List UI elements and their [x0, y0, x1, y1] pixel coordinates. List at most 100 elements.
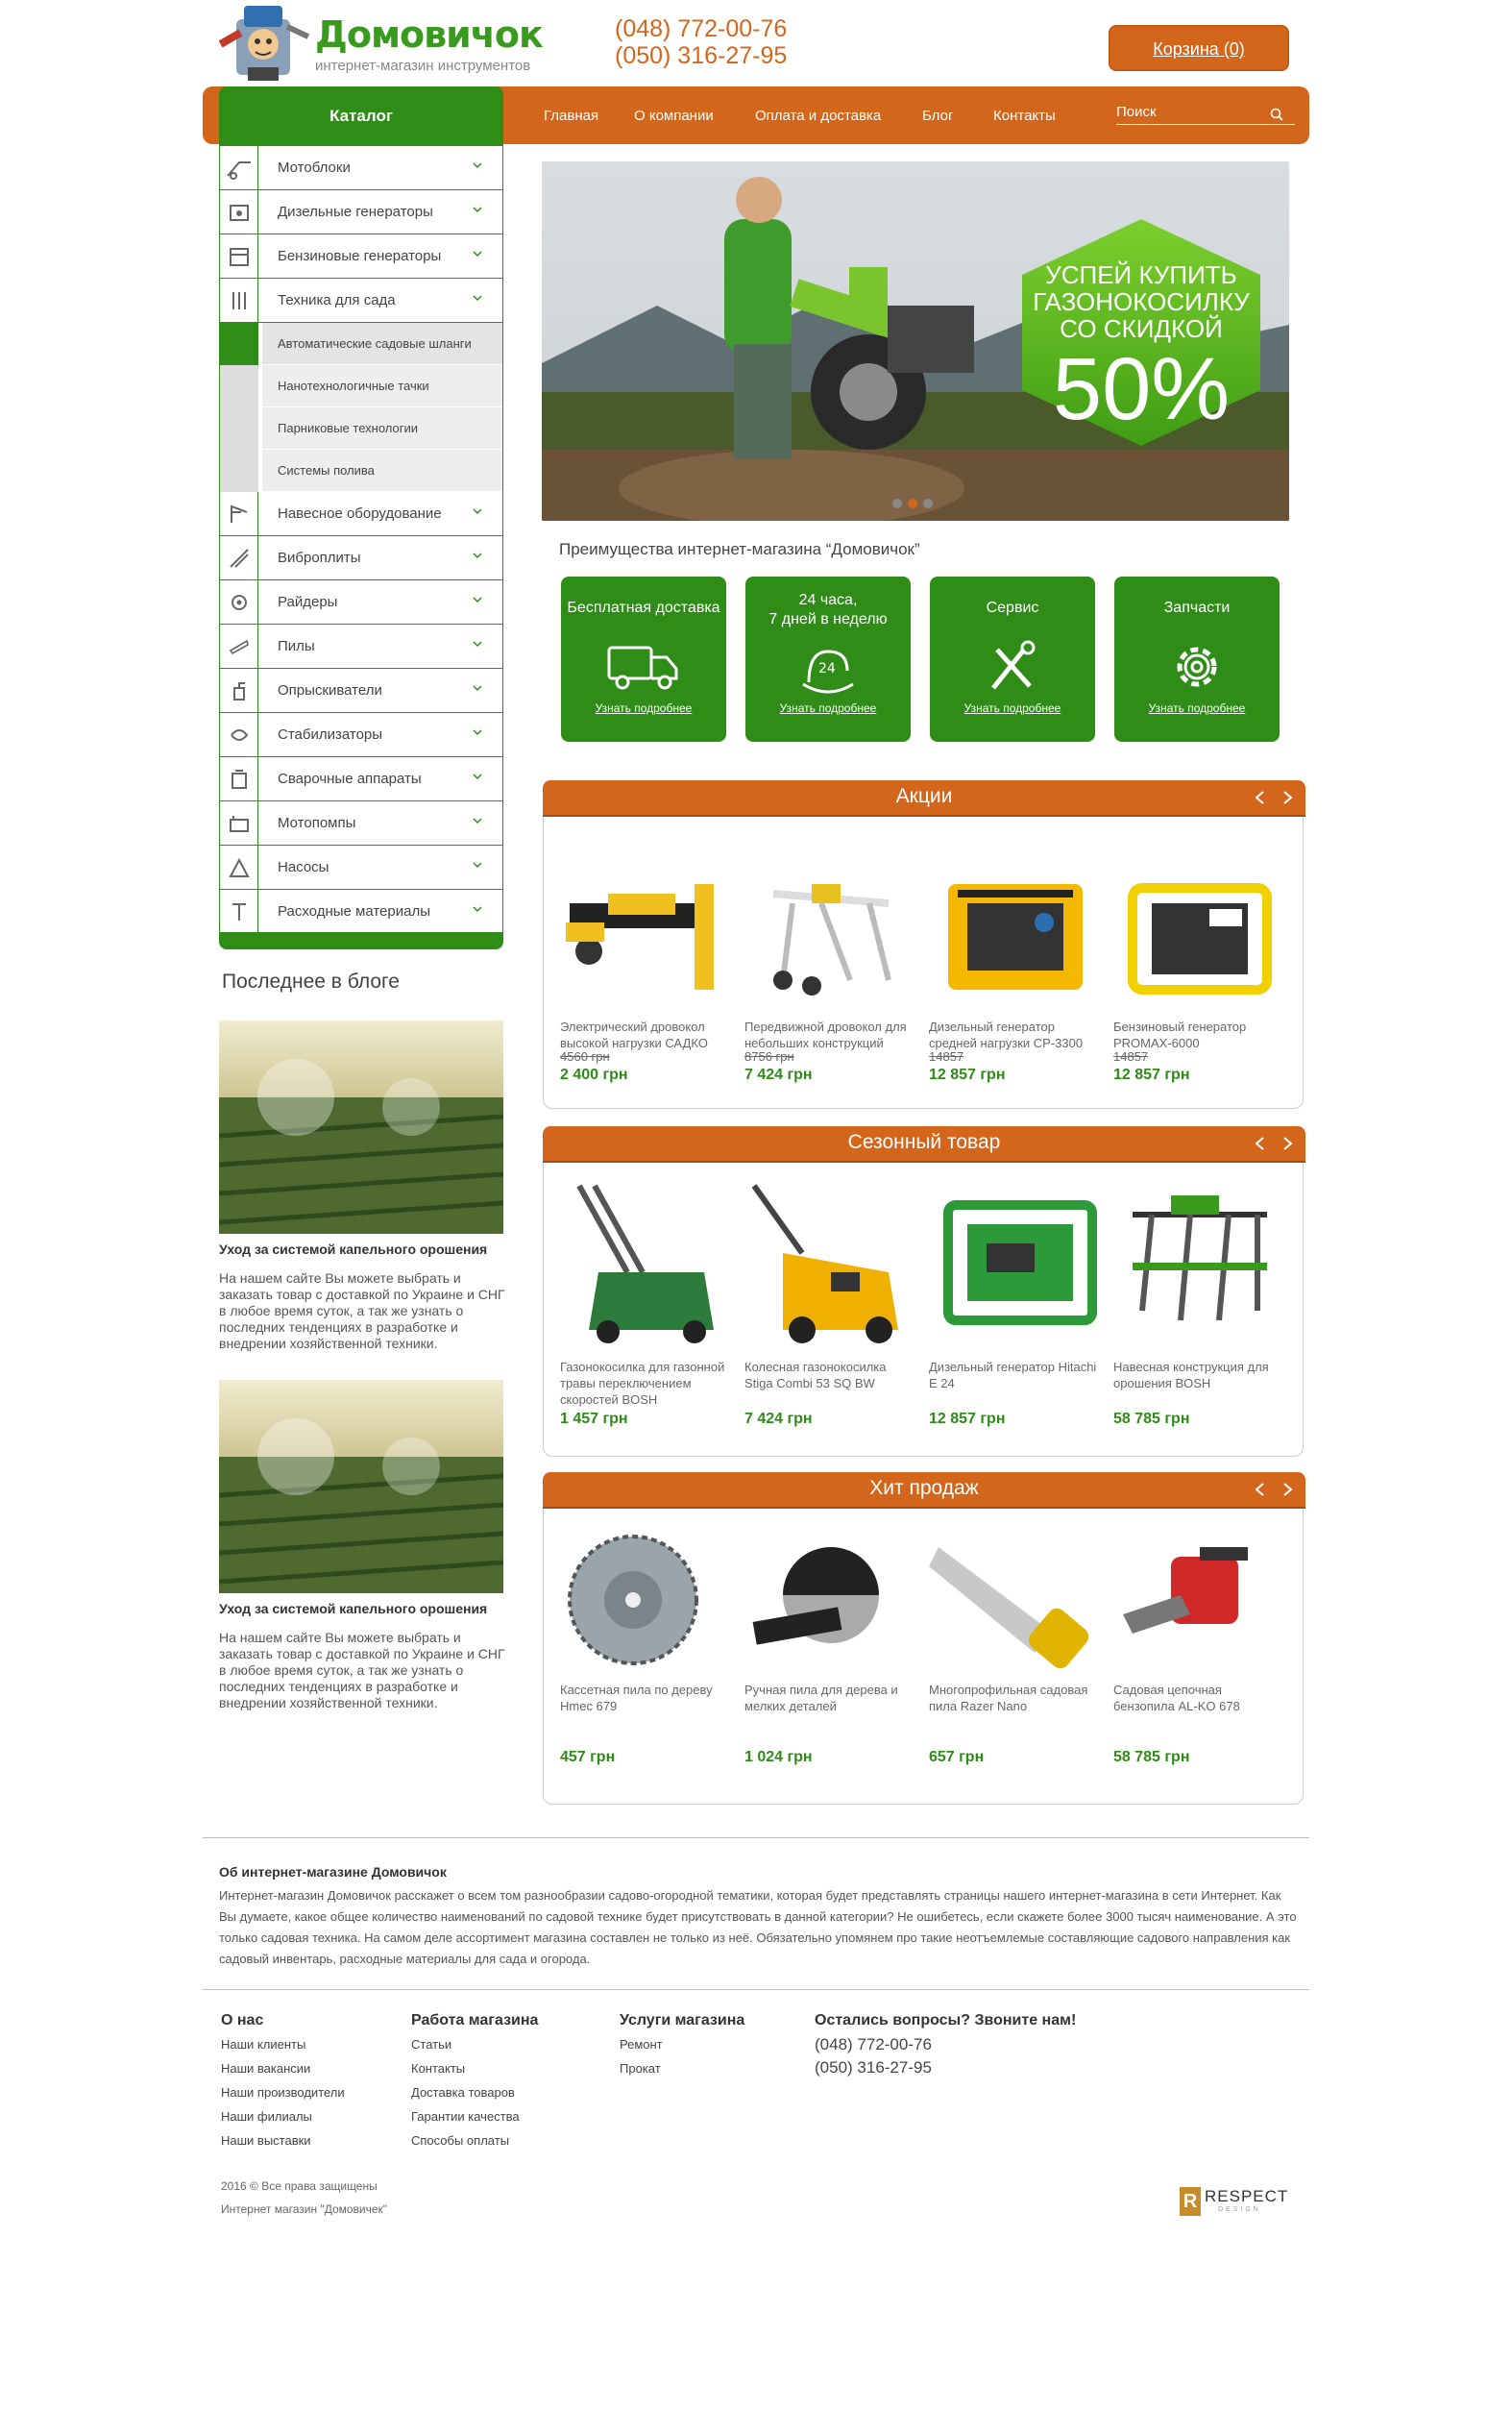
- product-name[interactable]: Колесная газонокосилка Stiga Combi 53 SQ…: [744, 1359, 917, 1391]
- catalog-title[interactable]: Каталог: [219, 86, 503, 146]
- footer-link[interactable]: Способы оплаты: [411, 2133, 509, 2148]
- chevron-down-icon[interactable]: [472, 771, 483, 782]
- blog-post-title[interactable]: Уход за системой капельного орошения: [219, 1242, 487, 1257]
- product-image[interactable]: [744, 1176, 917, 1349]
- subcategory-irrigation[interactable]: Системы полива: [220, 450, 502, 492]
- chevron-down-icon[interactable]: [472, 160, 483, 171]
- category-sprayers[interactable]: Опрыскиватели: [220, 669, 502, 713]
- footer-phone-2[interactable]: (050) 316-27-95: [815, 2058, 932, 2078]
- product-name[interactable]: Садовая цепочная бензопила AL-KO 678: [1113, 1682, 1286, 1714]
- blog-post-title[interactable]: Уход за системой капельного орошения: [219, 1601, 487, 1616]
- blog-post-image[interactable]: [219, 1380, 503, 1593]
- category-pumps[interactable]: Насосы: [220, 846, 502, 890]
- product-name[interactable]: Электрический дровокол высокой нагрузки …: [560, 1019, 733, 1051]
- product-image[interactable]: [744, 1528, 917, 1672]
- subcategory-nano-wheelbarrows[interactable]: Нанотехнологичные тачки: [220, 365, 502, 407]
- chevron-down-icon[interactable]: [472, 815, 483, 826]
- product-name[interactable]: Газонокосилка для газонной травы переклю…: [560, 1359, 733, 1408]
- category-motoblocks[interactable]: Мотоблоки: [220, 146, 502, 190]
- logo-image[interactable]: [218, 0, 311, 86]
- arrow-right-icon[interactable]: [1279, 1481, 1296, 1498]
- footer-link[interactable]: Доставка товаров: [411, 2085, 515, 2100]
- chevron-down-icon[interactable]: [472, 638, 483, 650]
- product-image[interactable]: [560, 865, 733, 1009]
- product-image[interactable]: [929, 865, 1102, 1009]
- advantage-card-24-7[interactable]: 24 часа, 7 дней в неделю 24 Узнать подро…: [745, 577, 911, 742]
- promo-banner[interactable]: УСПЕЙ КУПИТЬ ГАЗОНОКОСИЛКУ СО СКИДКОЙ 50…: [542, 161, 1289, 521]
- product-name[interactable]: Навесная конструкция для орошения BOSH: [1113, 1359, 1286, 1391]
- footer-link[interactable]: Прокат: [620, 2061, 661, 2076]
- product-image[interactable]: [929, 1528, 1102, 1672]
- chevron-down-icon[interactable]: [472, 682, 483, 694]
- category-consumables[interactable]: Расходные материалы: [220, 890, 502, 934]
- advantage-more-link[interactable]: Узнать подробнее: [1114, 701, 1280, 715]
- chevron-down-icon[interactable]: [472, 505, 483, 517]
- arrow-left-icon[interactable]: [1252, 789, 1269, 806]
- nav-blog[interactable]: Блог: [922, 108, 953, 124]
- cart-button[interactable]: Корзина (0): [1109, 25, 1289, 71]
- footer-link[interactable]: Наши клиенты: [221, 2037, 305, 2052]
- footer-link[interactable]: Наши вакансии: [221, 2061, 310, 2076]
- footer-link[interactable]: Наши филиалы: [221, 2109, 312, 2124]
- brand-name[interactable]: Домовичок: [315, 13, 544, 56]
- nav-payment-delivery[interactable]: Оплата и доставка: [755, 108, 881, 124]
- chevron-down-icon[interactable]: [472, 594, 483, 605]
- arrow-left-icon[interactable]: [1252, 1135, 1269, 1152]
- category-diesel-generators[interactable]: Дизельные генераторы: [220, 190, 502, 234]
- advantage-card-parts[interactable]: Запчасти Узнать подробнее: [1114, 577, 1280, 742]
- product-name[interactable]: Дизельный генератор Hitachi E 24: [929, 1359, 1102, 1391]
- product-image[interactable]: [929, 1176, 1102, 1349]
- nav-home[interactable]: Главная: [544, 108, 598, 124]
- product-image[interactable]: [560, 1528, 733, 1672]
- chevron-down-icon[interactable]: [472, 248, 483, 259]
- nav-contacts[interactable]: Контакты: [993, 108, 1056, 124]
- footer-link[interactable]: Ремонт: [620, 2037, 663, 2052]
- footer-link[interactable]: Статьи: [411, 2037, 451, 2052]
- category-petrol-generators[interactable]: Бензиновые генераторы: [220, 234, 502, 279]
- blog-post-image[interactable]: [219, 1021, 503, 1234]
- product-name[interactable]: Многопрофильная садовая пила Razer Nano: [929, 1682, 1102, 1714]
- footer-link[interactable]: Наши производители: [221, 2085, 345, 2100]
- chevron-down-icon[interactable]: [472, 550, 483, 561]
- header-phone-1[interactable]: (048) 772-00-76: [615, 15, 787, 42]
- advantage-more-link[interactable]: Узнать подробнее: [561, 701, 726, 715]
- product-name[interactable]: Дизельный генератор средней нагрузки СР-…: [929, 1019, 1102, 1051]
- subcategory-greenhouse[interactable]: Парниковые технологии: [220, 407, 502, 450]
- footer-link[interactable]: Контакты: [411, 2061, 465, 2076]
- product-image[interactable]: [1113, 865, 1286, 1009]
- chevron-down-icon[interactable]: [472, 726, 483, 738]
- category-motor-pumps[interactable]: Мотопомпы: [220, 801, 502, 846]
- advantage-more-link[interactable]: Узнать подробнее: [745, 701, 911, 715]
- category-attachments[interactable]: Навесное оборудование: [220, 492, 502, 536]
- chevron-down-icon[interactable]: [472, 292, 483, 304]
- category-riders[interactable]: Райдеры: [220, 580, 502, 625]
- chevron-down-icon[interactable]: [472, 903, 483, 915]
- advantage-card-service[interactable]: Сервис Узнать подробнее: [930, 577, 1095, 742]
- footer-phone-1[interactable]: (048) 772-00-76: [815, 2035, 932, 2054]
- product-image[interactable]: [1113, 1528, 1286, 1672]
- search-input[interactable]: Поиск: [1116, 104, 1295, 125]
- designer-logo[interactable]: R RESPECT DESIGN: [1180, 2185, 1287, 2218]
- product-image[interactable]: [560, 1176, 733, 1349]
- header-phone-2[interactable]: (050) 316-27-95: [615, 42, 787, 69]
- product-image[interactable]: [744, 865, 917, 1009]
- subcategory-auto-hoses[interactable]: Автоматические садовые шланги: [220, 323, 502, 365]
- product-image[interactable]: [1113, 1176, 1286, 1349]
- product-name[interactable]: Передвижной дровокол для небольших конст…: [744, 1019, 917, 1051]
- advantage-card-delivery[interactable]: Бесплатная доставка Узнать подробнее: [561, 577, 726, 742]
- arrow-left-icon[interactable]: [1252, 1481, 1269, 1498]
- arrow-right-icon[interactable]: [1279, 789, 1296, 806]
- footer-link[interactable]: Гарантии качества: [411, 2109, 520, 2124]
- category-welding[interactable]: Сварочные аппараты: [220, 757, 502, 801]
- product-name[interactable]: Бензиновый генератор PROMAX-6000: [1113, 1019, 1286, 1051]
- nav-about[interactable]: О компании: [634, 108, 714, 124]
- category-saws[interactable]: Пилы: [220, 625, 502, 669]
- category-vibro-plates[interactable]: Виброплиты: [220, 536, 502, 580]
- footer-link[interactable]: Наши выставки: [221, 2133, 311, 2148]
- category-stabilizers[interactable]: Стабилизаторы: [220, 713, 502, 757]
- chevron-down-icon[interactable]: [472, 204, 483, 215]
- search-icon[interactable]: [1270, 108, 1283, 121]
- category-garden-equipment[interactable]: Техника для сада: [220, 279, 502, 323]
- product-name[interactable]: Кассетная пила по дереву Hmec 679: [560, 1682, 733, 1714]
- chevron-down-icon[interactable]: [472, 859, 483, 871]
